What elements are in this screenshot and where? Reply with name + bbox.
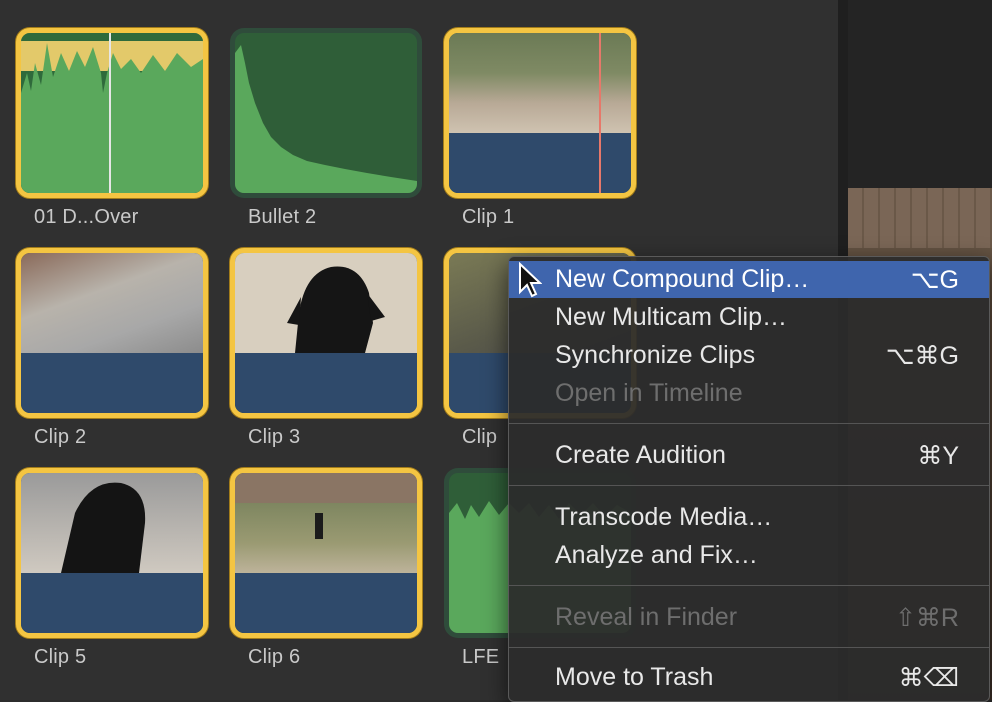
clip-tile[interactable]: Bullet 2 [230, 28, 424, 229]
menu-item-new-multicam-clip[interactable]: New Multicam Clip… [509, 299, 989, 336]
menu-item-move-to-trash[interactable]: Move to Trash ⌘⌫ [509, 659, 989, 696]
clip-name: Clip 2 [34, 426, 87, 448]
clip-tile[interactable]: Clip 3 [230, 248, 424, 449]
clip-thumbnail[interactable] [230, 248, 422, 418]
menu-separator [509, 423, 989, 424]
clip-name: 01 D...Over [34, 206, 139, 228]
context-menu: New Compound Clip… ⌥G New Multicam Clip…… [508, 256, 990, 702]
clip-name: Clip 5 [34, 646, 87, 668]
clip-tile[interactable]: Clip 1 [444, 28, 638, 229]
clip-thumbnail[interactable] [230, 28, 422, 198]
clip-thumbnail[interactable] [16, 248, 208, 418]
menu-item-reveal-in-finder: Reveal in Finder ⇧⌘R [555, 603, 959, 632]
clip-name: Clip 6 [248, 646, 301, 668]
clip-tile[interactable]: Clip 5 [16, 468, 210, 669]
menu-item-create-audition[interactable]: Create Audition ⌘Y [509, 437, 989, 474]
clip-thumbnail[interactable] [16, 28, 208, 198]
clip-thumbnail[interactable] [444, 28, 636, 198]
menu-separator [509, 647, 989, 648]
menu-item-analyze-and-fix[interactable]: Analyze and Fix… [509, 537, 989, 574]
mouse-pointer-icon [519, 262, 542, 298]
clip-tile[interactable]: Clip 2 [16, 248, 210, 449]
menu-separator [509, 585, 989, 586]
clip-tile[interactable]: Clip 6 [230, 468, 424, 669]
clip-name: Bullet 2 [248, 206, 317, 228]
menu-item-new-compound-clip[interactable]: New Compound Clip… ⌥G [509, 261, 989, 298]
clip-thumbnail[interactable] [16, 468, 208, 638]
menu-item-transcode-media[interactable]: Transcode Media… [509, 499, 989, 536]
menu-item-synchronize-clips[interactable]: Synchronize Clips ⌥⌘G [509, 337, 989, 374]
clip-name: Clip 1 [462, 206, 515, 228]
clip-tile[interactable]: 01 D...Over [16, 28, 210, 229]
menu-separator [509, 485, 989, 486]
menu-item-open-in-timeline: Open in Timeline [555, 379, 743, 407]
clip-thumbnail[interactable] [230, 468, 422, 638]
clip-name: Clip 3 [248, 426, 301, 448]
